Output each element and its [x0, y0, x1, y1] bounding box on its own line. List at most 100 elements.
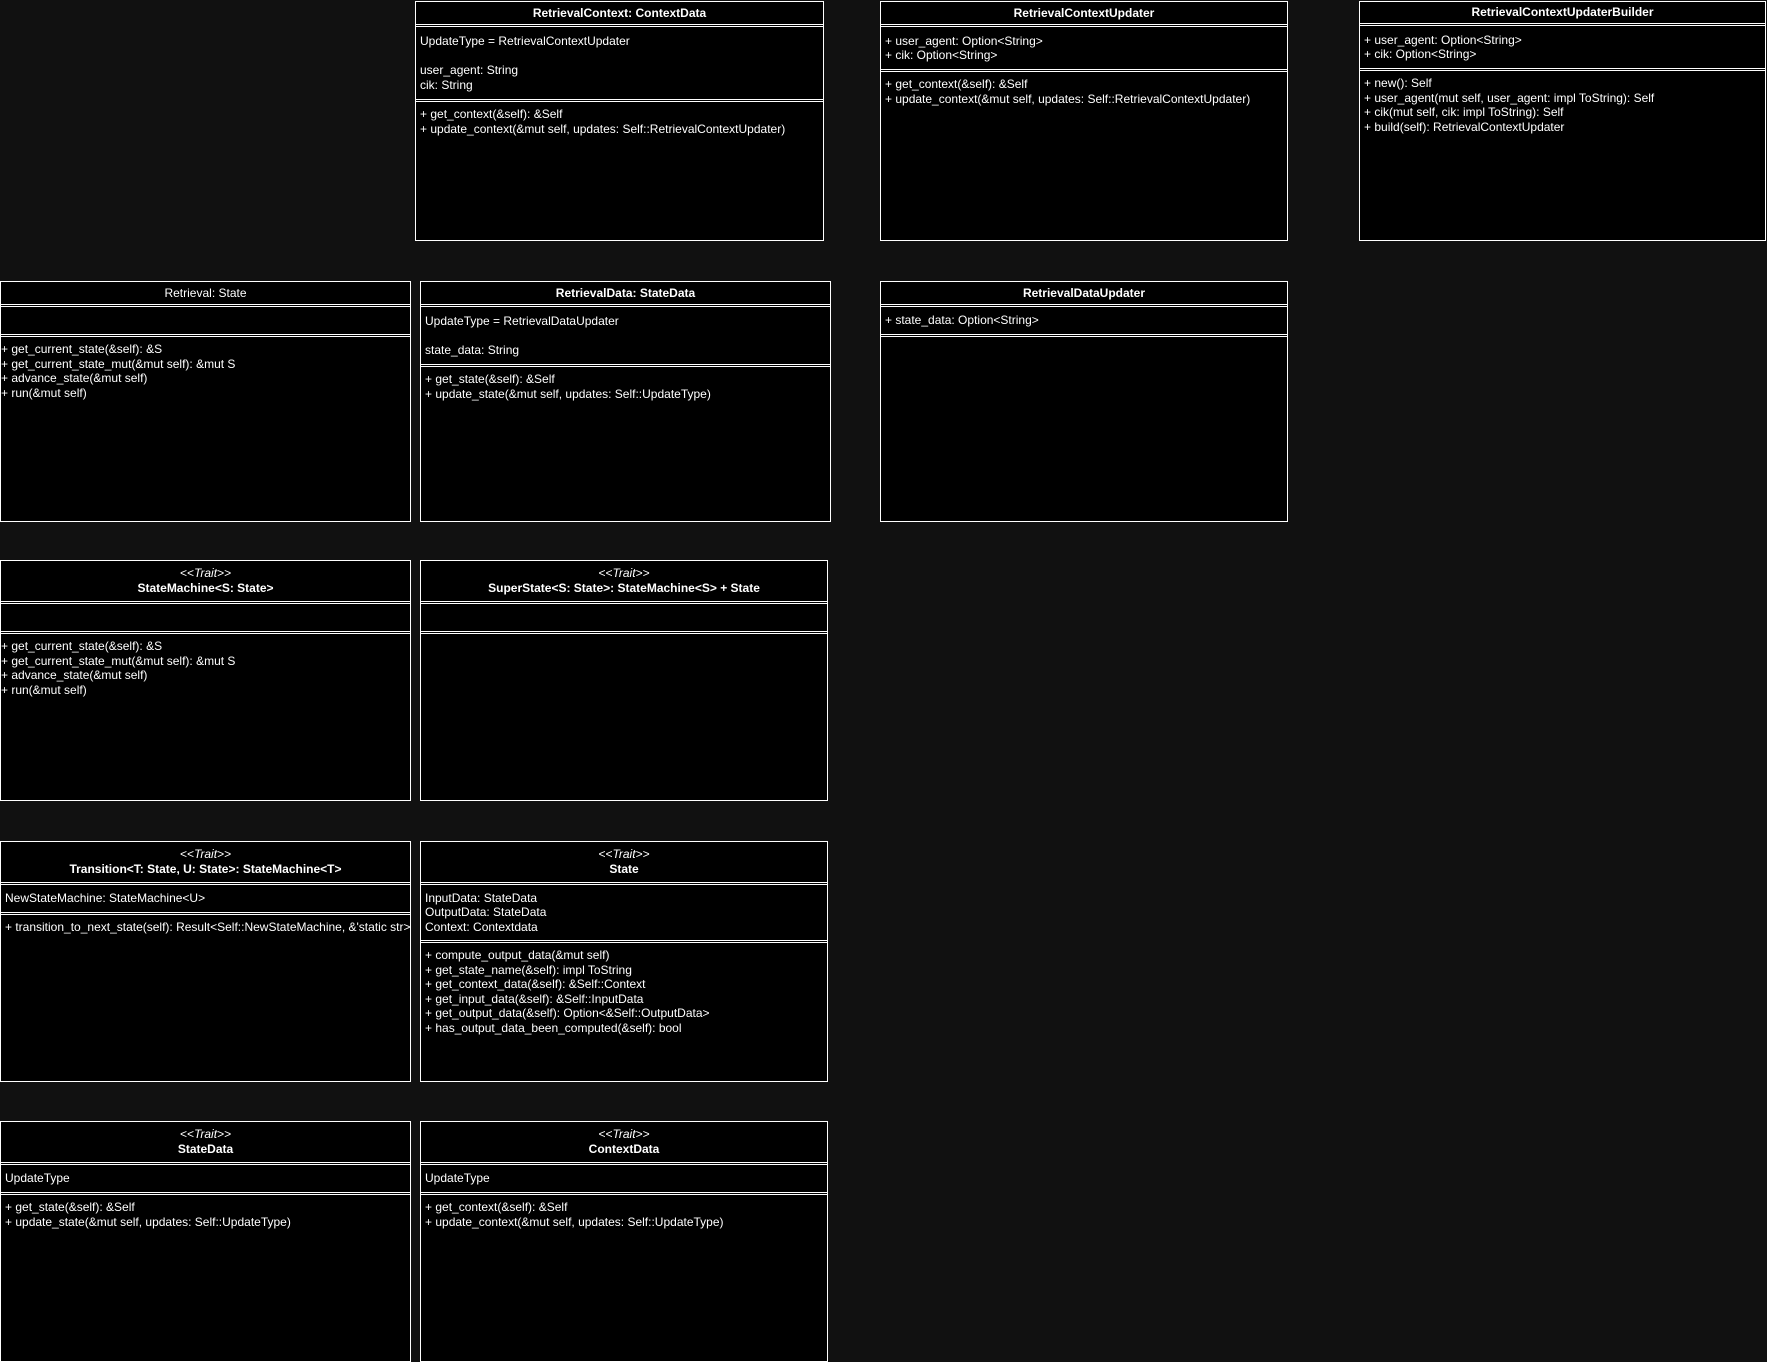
attribute-line [425, 328, 826, 343]
method-line: + update_context(&mut self, updates: Sel… [885, 91, 1251, 106]
class-header: RetrievalData: StateData [421, 282, 830, 307]
method-line: + get_context(&self): &Self [420, 107, 563, 121]
attribute-line: + user_agent: Option<String> [885, 33, 1043, 48]
methods-compartment: + get_current_state(&self): &S + get_cur… [1, 337, 410, 521]
class-retrieval-state[interactable]: Retrieval: State + get_current_state(&se… [0, 281, 411, 522]
class-title: RetrievalContextUpdater [1013, 5, 1155, 20]
class-title: StateData [177, 1142, 234, 1156]
method-line: + has_output_data_been_computed(&self): … [425, 1020, 682, 1035]
trait-transition[interactable]: <<Trait>> Transition<T: State, U: State>… [0, 841, 411, 1082]
attributes-compartment: UpdateType = RetrievalDataUpdater state_… [421, 307, 830, 367]
method-line: + update_context(&mut self, updates: Sel… [420, 121, 786, 136]
trait-state[interactable]: <<Trait>> State InputData: StateData Out… [420, 841, 828, 1082]
attributes-compartment [1, 604, 410, 634]
attributes-compartment: UpdateType [1, 1165, 410, 1195]
class-retrieval-context-updater[interactable]: RetrievalContextUpdater + user_agent: Op… [880, 1, 1288, 241]
class-header: Retrieval: State [1, 282, 410, 307]
methods-compartment: + get_state(&self): &Self + update_state… [421, 367, 830, 521]
attribute-line: Context: Contextdata [425, 919, 538, 934]
method-line: + update_state(&mut self, updates: Self:… [5, 1214, 291, 1229]
methods-compartment: + new(): Self + user_agent(mut self, use… [1360, 71, 1765, 240]
attribute-line: OutputData: StateData [425, 905, 547, 920]
class-header: RetrievalContextUpdater [881, 2, 1287, 27]
attribute-line: + state_data: Option<String> [885, 313, 1039, 328]
stereotype-label: <<Trait>> [179, 1127, 232, 1141]
method-line: + update_state(&mut self, updates: Self:… [425, 386, 711, 401]
methods-compartment: + get_state(&self): &Self + update_state… [1, 1195, 410, 1361]
attribute-line: + user_agent: Option<String> [1364, 32, 1522, 47]
class-header: <<Trait>> Transition<T: State, U: State>… [1, 842, 410, 885]
class-header: RetrievalDataUpdater [881, 282, 1287, 307]
stereotype-label: <<Trait>> [598, 566, 650, 580]
methods-compartment: + compute_output_data(&mut self) + get_s… [421, 943, 827, 1081]
class-title: Retrieval: State [164, 285, 247, 300]
class-title: RetrievalContextUpdaterBuilder [1471, 5, 1654, 19]
class-title: Transition<T: State, U: State>: StateMac… [69, 862, 342, 876]
attribute-line: InputData: StateData [425, 890, 538, 905]
methods-compartment: + transition_to_next_state(self): Result… [1, 915, 410, 1081]
trait-super-state[interactable]: <<Trait>> SuperState<S: State>: StateMac… [420, 560, 828, 801]
method-line: + get_state(&self): &Self [5, 1200, 135, 1214]
attribute-line: UpdateType = RetrievalContextUpdater [420, 34, 630, 48]
methods-compartment: + get_context(&self): &Self + update_con… [881, 72, 1287, 240]
class-header: <<Trait>> StateData [1, 1122, 410, 1165]
class-title: StateMachine<S: State> [137, 581, 274, 595]
class-title: ContextData [588, 1142, 660, 1156]
class-title: RetrievalContext: ContextData [532, 5, 707, 20]
class-title: RetrievalDataUpdater [1022, 285, 1146, 300]
class-retrieval-data[interactable]: RetrievalData: StateData UpdateType = Re… [420, 281, 831, 522]
trait-state-machine[interactable]: <<Trait>> StateMachine<S: State> + get_c… [0, 560, 411, 801]
method-line: + get_context(&self): &Self [885, 77, 1028, 91]
trait-context-data[interactable]: <<Trait>> ContextData UpdateType + get_c… [420, 1121, 828, 1362]
attributes-compartment: + user_agent: Option<String> + cik: Opti… [881, 27, 1287, 72]
attributes-compartment: UpdateType = RetrievalContextUpdater use… [416, 27, 823, 102]
method-line: + get_current_state_mut(&mut self): &mut… [1, 653, 236, 668]
attributes-compartment: UpdateType [421, 1165, 827, 1195]
attribute-line: user_agent: String [420, 63, 519, 77]
attribute-line: cik: String [420, 77, 473, 92]
class-header: <<Trait>> StateMachine<S: State> [1, 561, 410, 604]
attributes-compartment: + user_agent: Option<String> + cik: Opti… [1360, 26, 1765, 71]
method-line: + get_state_name(&self): impl ToString [425, 962, 632, 977]
attributes-compartment: NewStateMachine: StateMachine<U> [1, 885, 410, 915]
method-line: + get_current_state(&self): &S [1, 342, 163, 356]
class-header: <<Trait>> ContextData [421, 1122, 827, 1165]
class-retrieval-context-updater-builder[interactable]: RetrievalContextUpdaterBuilder + user_ag… [1359, 1, 1766, 241]
method-line: + get_output_data(&self): Option<&Self::… [425, 1006, 710, 1020]
class-retrieval-data-updater[interactable]: RetrievalDataUpdater + state_data: Optio… [880, 281, 1288, 522]
methods-compartment [881, 337, 1287, 521]
class-header: RetrievalContext: ContextData [416, 2, 823, 27]
attribute-line: + cik: Option<String> [1364, 47, 1477, 61]
attributes-compartment: + state_data: Option<String> [881, 307, 1287, 337]
trait-state-data[interactable]: <<Trait>> StateData UpdateType + get_sta… [0, 1121, 411, 1362]
class-title: SuperState<S: State>: StateMachine<S> + … [488, 581, 760, 595]
methods-compartment [421, 634, 827, 800]
method-line: + get_current_state(&self): &S [1, 639, 163, 653]
attribute-line: NewStateMachine: StateMachine<U> [5, 891, 206, 906]
methods-compartment: + get_context(&self): &Self + update_con… [416, 102, 823, 240]
attribute-line: + cik: Option<String> [885, 48, 998, 62]
method-line: + run(&mut self) [1, 682, 87, 697]
method-line: + compute_output_data(&mut self) [425, 948, 610, 962]
attribute-line: UpdateType [5, 1171, 70, 1186]
attribute-line: state_data: String [425, 342, 520, 357]
class-header: <<Trait>> State [421, 842, 827, 885]
uml-class-diagram: { "background_color": "#111111", "box_co… [0, 0, 1767, 1362]
stereotype-label: <<Trait>> [179, 847, 232, 861]
method-line: + update_context(&mut self, updates: Sel… [425, 1214, 724, 1229]
attributes-compartment [421, 604, 827, 634]
method-line: + advance_state(&mut self) [1, 371, 148, 385]
stereotype-label: <<Trait>> [598, 1127, 650, 1141]
stereotype-label: <<Trait>> [598, 847, 650, 861]
class-header: RetrievalContextUpdaterBuilder [1360, 2, 1765, 26]
method-line: + new(): Self [1364, 76, 1432, 90]
methods-compartment: + get_context(&self): &Self + update_con… [421, 1195, 827, 1361]
methods-compartment: + get_current_state(&self): &S + get_cur… [1, 634, 410, 800]
class-title: State [609, 862, 639, 876]
method-line: + get_context_data(&self): &Self::Contex… [425, 977, 646, 991]
attribute-line: UpdateType [425, 1171, 490, 1186]
class-title: RetrievalData: StateData [555, 285, 696, 300]
class-retrieval-context[interactable]: RetrievalContext: ContextData UpdateType… [415, 1, 824, 241]
method-line: + get_context(&self): &Self [425, 1200, 568, 1214]
method-line: + get_state(&self): &Self [425, 372, 555, 386]
